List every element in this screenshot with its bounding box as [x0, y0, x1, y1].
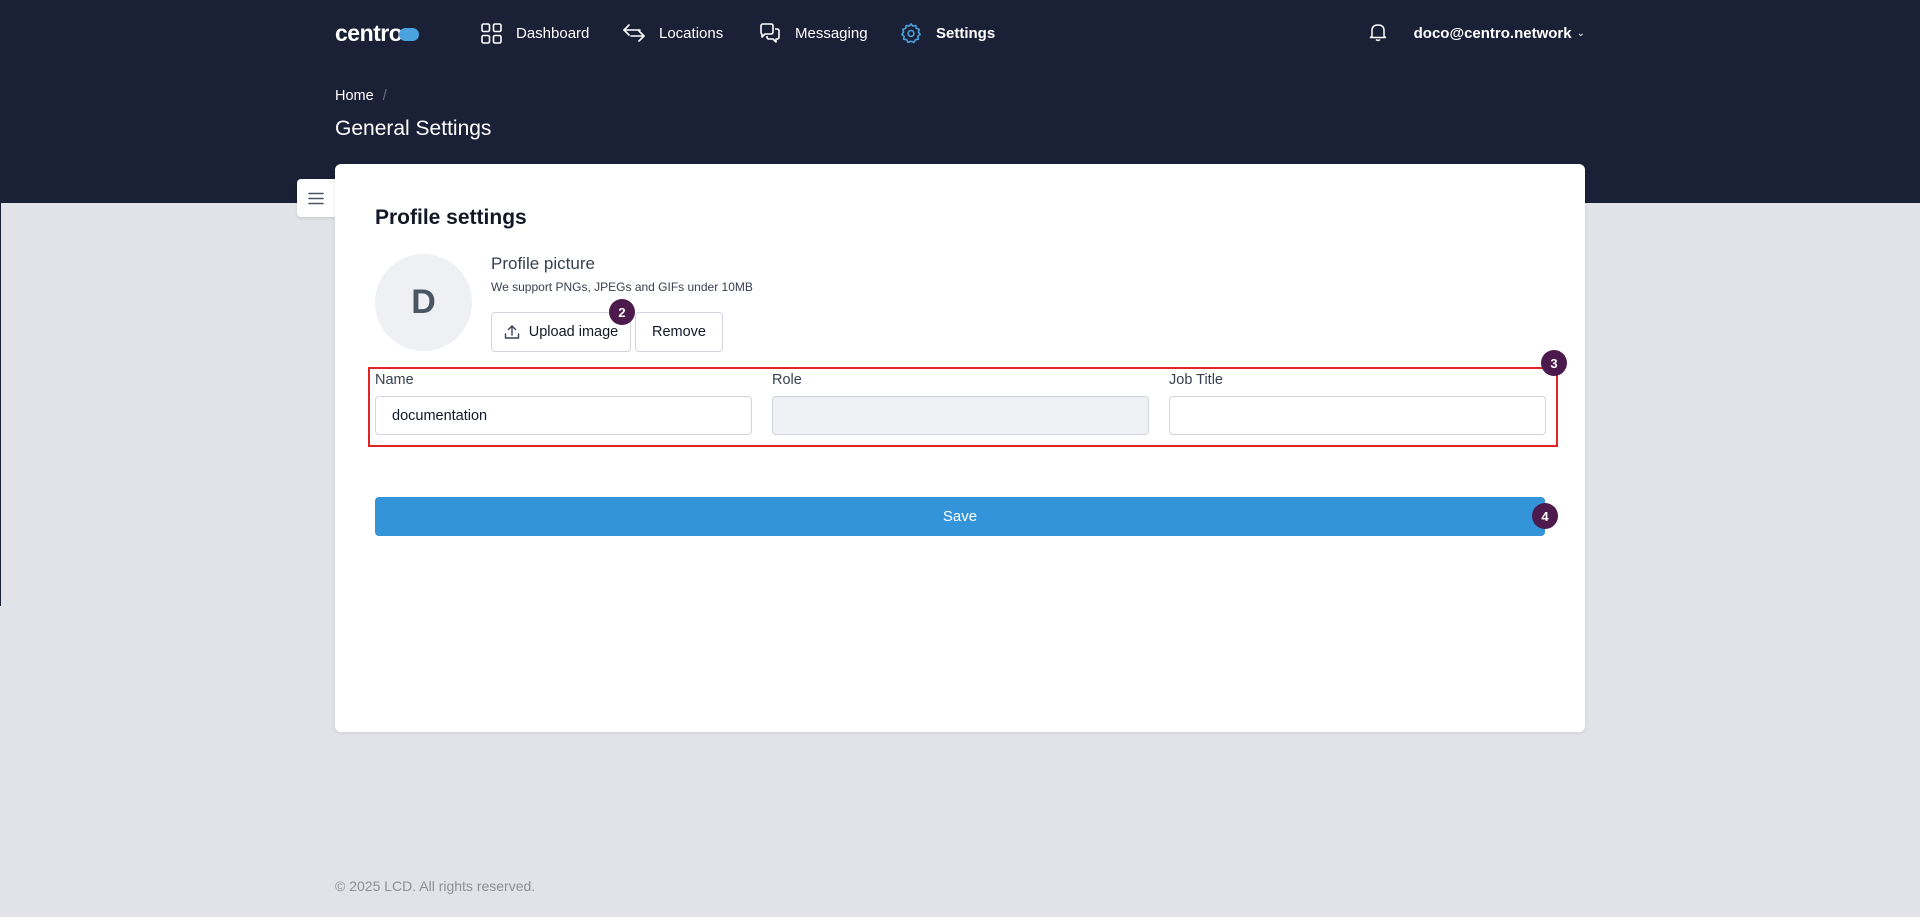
chevron-down-icon: ⌄ [1576, 28, 1585, 39]
bell-icon[interactable] [1369, 22, 1389, 44]
nav-messaging[interactable]: Messaging [759, 20, 868, 46]
section-title: Profile settings [375, 206, 527, 229]
user-menu[interactable]: doco@centro.network ⌄ [1414, 20, 1585, 46]
nav-settings-label: Settings [936, 24, 996, 42]
nav-dashboard-label: Dashboard [516, 24, 590, 42]
save-button[interactable]: Save [375, 497, 1545, 536]
step-marker-2: 2 [609, 299, 635, 325]
hamburger-icon [308, 192, 324, 204]
name-input[interactable] [375, 396, 752, 435]
logo-pill-icon [399, 28, 420, 41]
role-label: Role [772, 372, 802, 388]
step-marker-4: 4 [1532, 503, 1558, 529]
arrows-icon [623, 22, 645, 44]
profile-settings-card: Profile settings D Profile picture We su… [335, 164, 1585, 732]
job-title-label: Job Title [1169, 372, 1223, 388]
profile-picture-title: Profile picture [491, 254, 595, 273]
page-edge [0, 203, 1, 606]
logo-text: centro [335, 19, 403, 46]
chat-bubbles-icon [759, 22, 781, 44]
profile-picture-hint: We support PNGs, JPEGs and GIFs under 10… [491, 280, 753, 294]
upload-icon [504, 325, 519, 339]
nav-dashboard[interactable]: Dashboard [480, 20, 589, 46]
remove-button[interactable]: Remove [635, 312, 723, 352]
logo[interactable]: centro [335, 19, 420, 46]
user-email: doco@centro.network [1413, 24, 1572, 42]
page-title: General Settings [335, 117, 492, 140]
grid-icon [480, 22, 502, 44]
nav-locations-label: Locations [659, 24, 724, 42]
footer-copyright: © 2025 LCD. All rights reserved. [335, 878, 536, 894]
job-title-input[interactable] [1169, 396, 1546, 435]
role-input [772, 396, 1149, 435]
breadcrumb-separator: / [382, 88, 387, 104]
nav-locations[interactable]: Locations [623, 20, 723, 46]
name-label: Name [375, 372, 414, 388]
breadcrumb-home[interactable]: Home [335, 88, 374, 104]
gear-icon [900, 22, 922, 44]
avatar: D [375, 254, 472, 351]
step-marker-3: 3 [1541, 350, 1567, 376]
upload-image-label: Upload image [528, 324, 619, 340]
sidebar-toggle-button[interactable] [297, 179, 335, 217]
nav-messaging-label: Messaging [795, 24, 868, 42]
breadcrumb: Home / [335, 88, 387, 104]
nav-settings[interactable]: Settings [900, 20, 995, 46]
